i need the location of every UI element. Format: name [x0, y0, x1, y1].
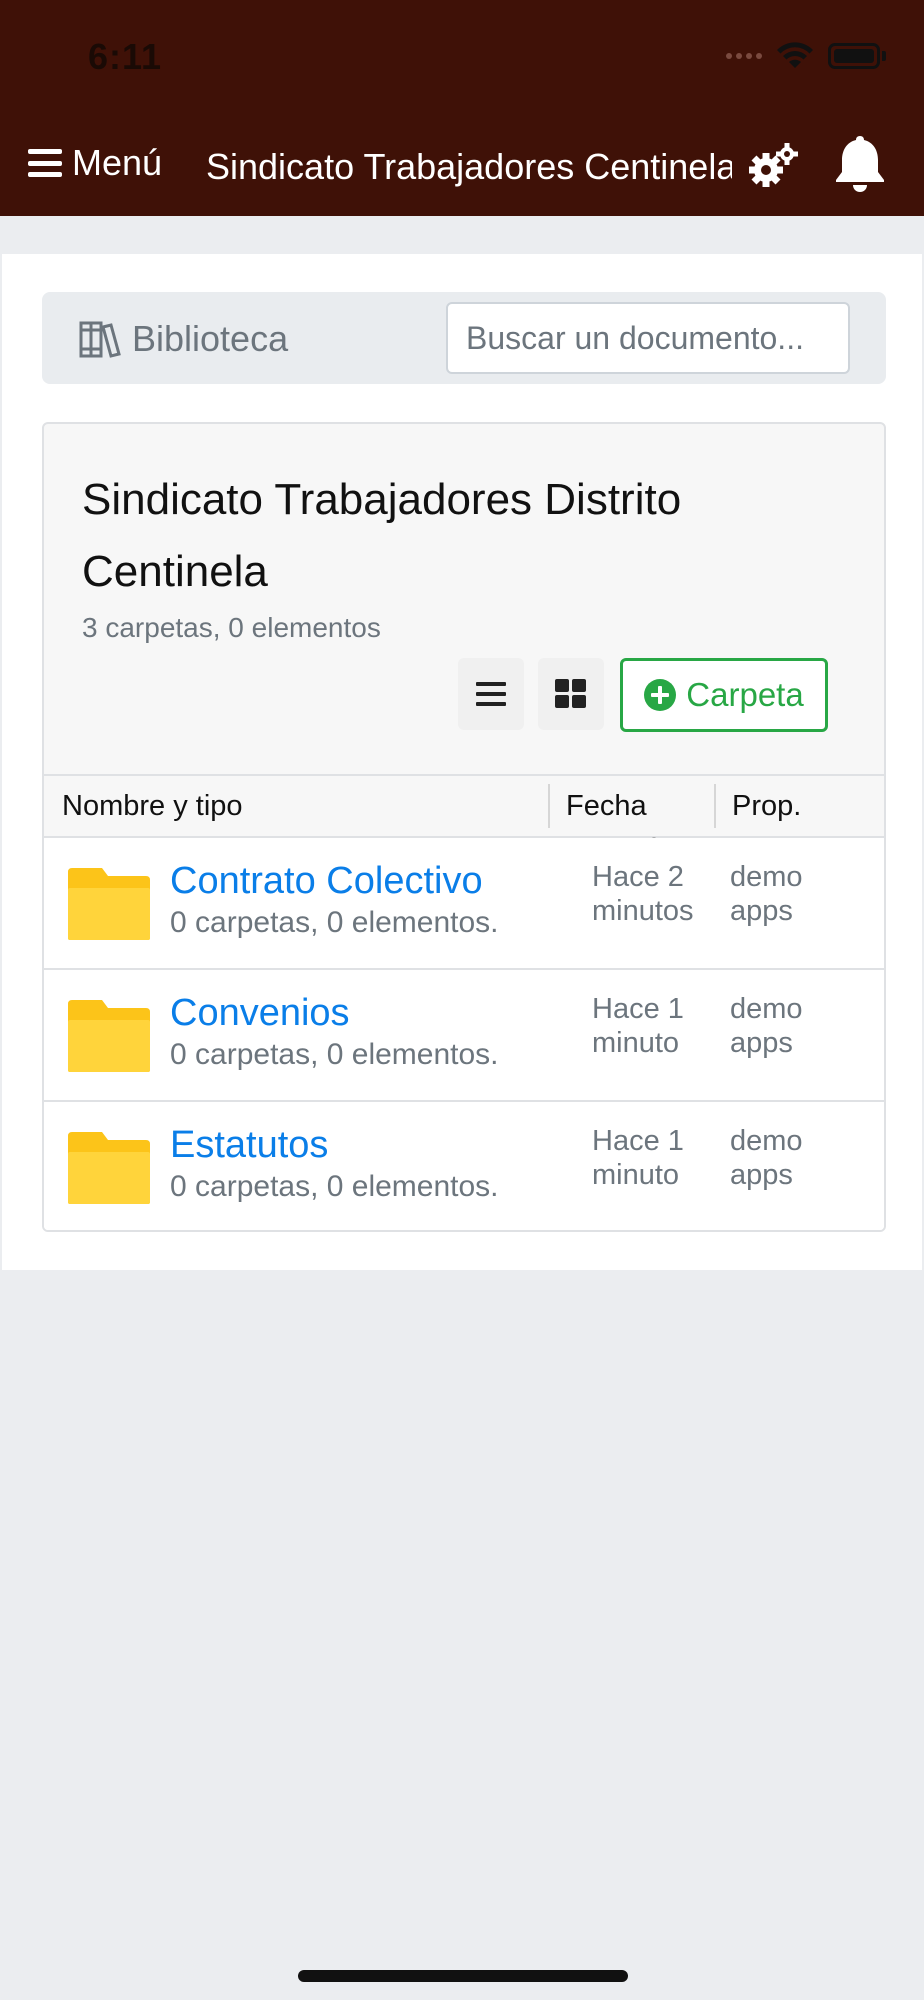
wifi-icon	[777, 42, 813, 68]
library-bar: Biblioteca	[42, 292, 886, 384]
column-owner[interactable]: Prop.	[732, 790, 801, 823]
add-folder-label: Carpeta	[686, 676, 804, 713]
plus-circle-icon	[644, 679, 677, 711]
column-name[interactable]: Nombre y tipo	[62, 790, 243, 823]
table-header: Nombre y tipo Fecha creación Prop.	[44, 774, 884, 866]
row-name[interactable]: Estatutos	[170, 1124, 328, 1167]
list-view-icon	[476, 682, 506, 706]
home-indicator[interactable]	[298, 1970, 628, 1982]
folder-card: Sindicato Trabajadores Distrito Centinel…	[42, 422, 886, 1232]
library-label: Biblioteca	[132, 318, 289, 359]
row-meta: 0 carpetas, 0 elementos.	[170, 1038, 499, 1071]
table-row[interactable]: Estatutos 0 carpetas, 0 elementos. Hace …	[44, 1102, 884, 1230]
notifications-button[interactable]	[832, 132, 888, 199]
app-title: Sindicato Trabajadores Centinela	[206, 146, 732, 187]
menu-label: Menú	[72, 142, 163, 183]
folder-icon	[68, 1000, 150, 1072]
status-time: 6:11	[88, 36, 163, 77]
signal-icon	[726, 53, 762, 59]
grid-view-icon	[555, 679, 586, 708]
folder-icon	[68, 868, 150, 940]
battery-icon	[828, 43, 880, 69]
main-content: Biblioteca Sindicato Trabajadores Distri…	[2, 254, 922, 1270]
row-name[interactable]: Convenios	[170, 992, 350, 1035]
list-view-button[interactable]	[458, 658, 524, 730]
row-meta: 0 carpetas, 0 elementos.	[170, 1170, 499, 1203]
bell-icon	[836, 136, 884, 192]
row-date: Hace 2 minutos	[592, 861, 694, 927]
library-breadcrumb[interactable]: Biblioteca	[78, 318, 288, 360]
row-owner: demo apps	[730, 993, 803, 1059]
row-date: Hace 1 minuto	[592, 1125, 684, 1191]
top-bar: 6:11 Menú Sindicato Trabajadores Centine…	[0, 0, 924, 216]
search-input[interactable]	[446, 302, 850, 374]
row-owner: demo apps	[730, 861, 803, 927]
row-owner: demo apps	[730, 1125, 803, 1191]
table-row[interactable]: Contrato Colectivo 0 carpetas, 0 element…	[44, 838, 884, 970]
row-date: Hace 1 minuto	[592, 993, 684, 1059]
folder-title: Sindicato Trabajadores Distrito Centinel…	[82, 475, 682, 596]
add-folder-button[interactable]: Carpeta	[620, 658, 828, 732]
menu-button[interactable]: Menú	[28, 142, 162, 184]
folder-summary: 3 carpetas, 0 elementos	[82, 612, 381, 643]
app-header: Menú Sindicato Trabajadores Centinela	[0, 128, 924, 204]
row-meta: 0 carpetas, 0 elementos.	[170, 906, 499, 939]
table-row[interactable]: Convenios 0 carpetas, 0 elementos. Hace …	[44, 970, 884, 1102]
hamburger-icon	[28, 149, 62, 177]
gear-icon	[749, 143, 798, 187]
grid-view-button[interactable]	[538, 658, 604, 730]
status-icons	[726, 42, 886, 70]
books-icon	[79, 321, 121, 358]
folder-table: Nombre y tipo Fecha creación Prop. Contr…	[44, 774, 884, 1230]
settings-button[interactable]	[748, 142, 800, 195]
folder-icon	[68, 1132, 150, 1204]
row-name[interactable]: Contrato Colectivo	[170, 860, 483, 903]
